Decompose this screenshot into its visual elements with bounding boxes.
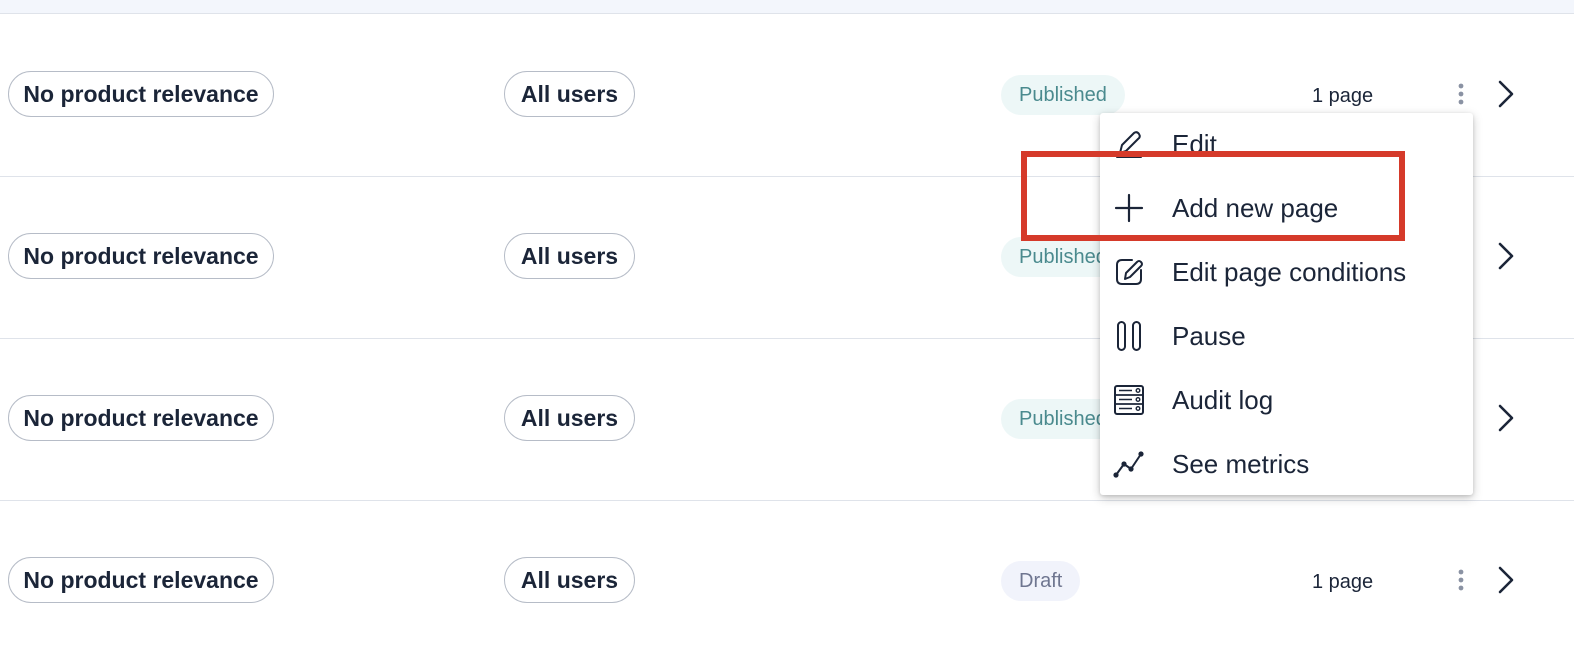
- row-actions-menu: Edit Add new page Edit page conditions P…: [1100, 113, 1473, 495]
- more-options-icon[interactable]: [1446, 566, 1476, 596]
- chevron-right-icon[interactable]: [1490, 564, 1522, 596]
- menu-item-label: Audit log: [1172, 385, 1274, 415]
- pause-icon: [1117, 321, 1141, 351]
- edit-square-icon: [1116, 259, 1143, 285]
- chevron-right-icon[interactable]: [1490, 78, 1522, 110]
- menu-item-add-new-page[interactable]: Add new page: [1100, 177, 1473, 241]
- audit-log-icon: [1114, 385, 1144, 415]
- table-row[interactable]: No product relevance All users Draft 1 p…: [0, 500, 1574, 662]
- menu-item-pause[interactable]: Pause: [1100, 305, 1473, 369]
- product-relevance-chip: No product relevance: [8, 557, 274, 603]
- table-header-band: [0, 0, 1574, 14]
- menu-item-edit-page-conditions[interactable]: Edit page conditions: [1100, 241, 1473, 305]
- menu-item-audit-log[interactable]: Audit log: [1100, 369, 1473, 433]
- menu-item-label: Add new page: [1172, 193, 1339, 223]
- chevron-right-icon[interactable]: [1490, 240, 1522, 272]
- audience-chip: All users: [504, 233, 635, 279]
- page-count: 1 page: [1312, 85, 1374, 107]
- plus-icon: [1114, 193, 1144, 223]
- product-relevance-chip: No product relevance: [8, 233, 274, 279]
- menu-item-label: Pause: [1172, 321, 1246, 351]
- audience-chip: All users: [504, 71, 635, 117]
- pencil-icon: [1116, 131, 1142, 158]
- product-relevance-chip: No product relevance: [8, 395, 274, 441]
- status-badge: Draft: [1001, 561, 1081, 601]
- menu-item-label: Edit page conditions: [1172, 257, 1407, 287]
- menu-item-label: See metrics: [1172, 449, 1310, 479]
- status-badge: Published: [1001, 75, 1125, 115]
- audience-chip: All users: [504, 395, 635, 441]
- chevron-right-icon[interactable]: [1490, 402, 1522, 434]
- metrics-icon: [1113, 451, 1144, 478]
- page-count: 1 page: [1312, 571, 1374, 593]
- audience-chip: All users: [504, 557, 635, 603]
- menu-item-edit[interactable]: Edit: [1100, 113, 1473, 177]
- product-relevance-chip: No product relevance: [8, 71, 274, 117]
- menu-item-label: Edit: [1172, 129, 1217, 159]
- menu-item-see-metrics[interactable]: See metrics: [1100, 433, 1473, 495]
- more-options-icon[interactable]: [1446, 80, 1476, 110]
